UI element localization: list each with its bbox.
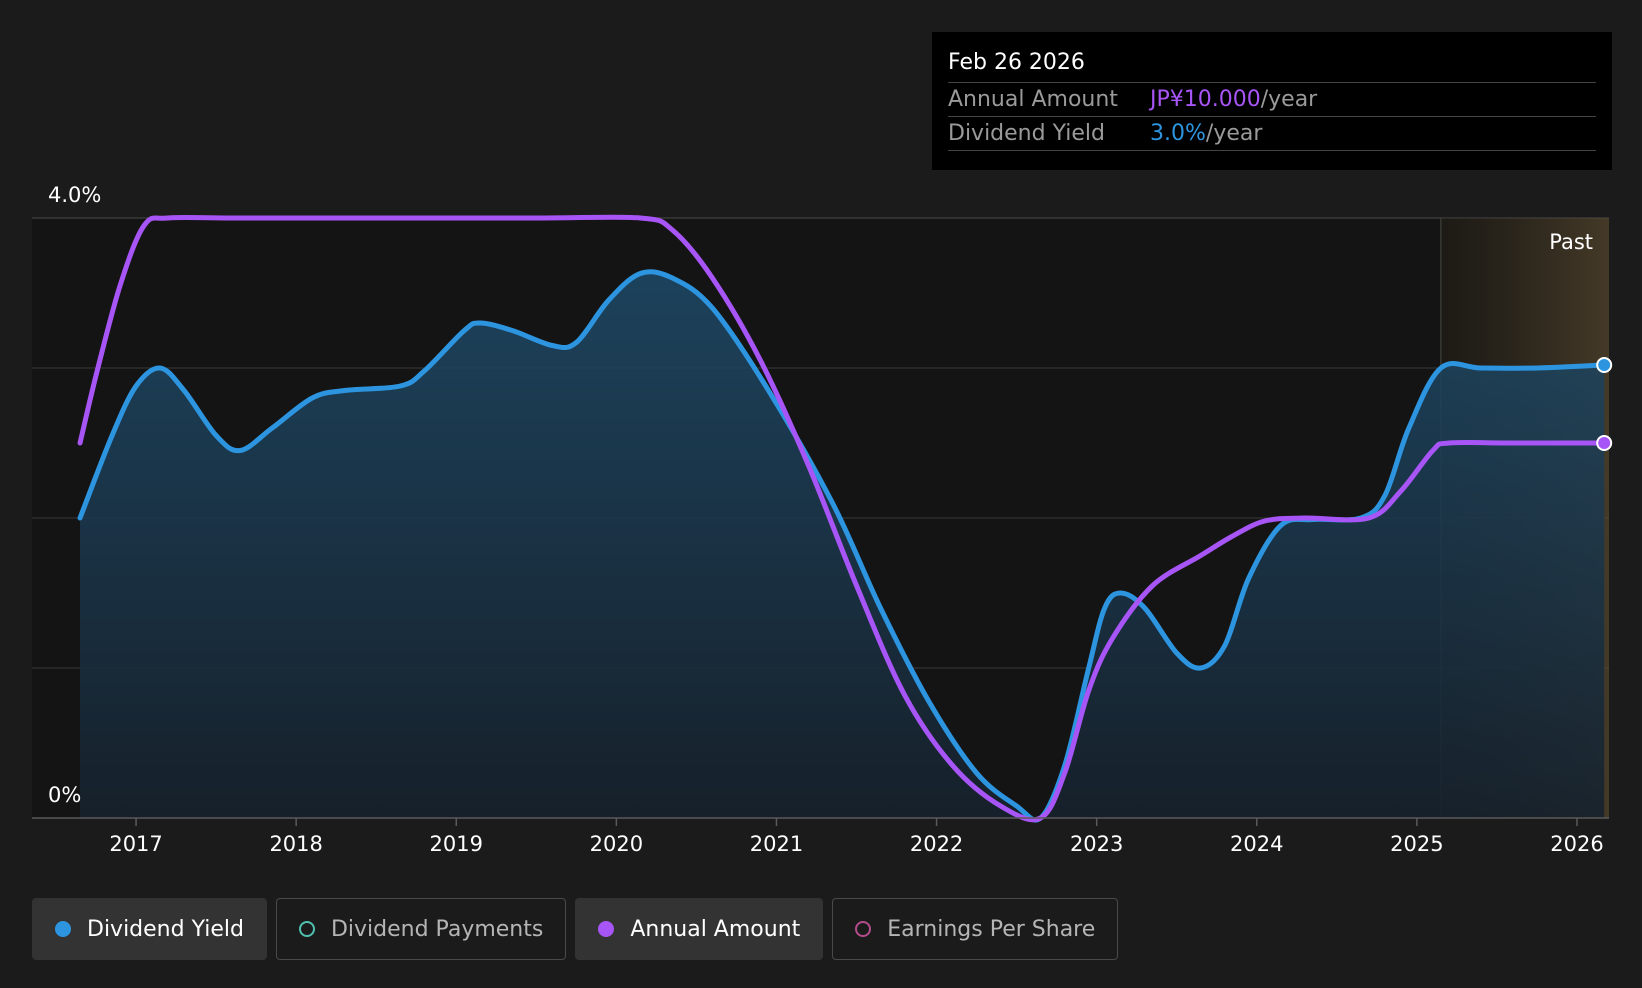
x-tick-label: 2025 xyxy=(1390,832,1443,856)
legend-ring-icon xyxy=(298,921,315,937)
legend-dot-icon xyxy=(55,921,71,937)
legend-earnings-per-share[interactable]: Earnings Per Share xyxy=(832,898,1119,960)
tooltip-label: Annual Amount xyxy=(948,87,1118,112)
x-tick-label: 2018 xyxy=(269,832,322,856)
x-tick-label: 2026 xyxy=(1550,832,1603,856)
past-label: Past xyxy=(1549,230,1593,254)
x-axis-ticks: 2017 2018 2019 2020 2021 2022 2023 2024 2025 2026 xyxy=(109,818,1604,856)
x-tick-label: 2019 xyxy=(430,832,483,856)
x-tick-label: 2021 xyxy=(750,832,803,856)
x-tick-label: 2024 xyxy=(1230,832,1283,856)
legend-label: Dividend Yield xyxy=(87,916,244,942)
legend-annual-amount[interactable]: Annual Amount xyxy=(575,898,824,960)
x-tick-label: 2020 xyxy=(590,832,643,856)
tooltip-row-annual-amount: Annual Amount JP¥10.000 /year xyxy=(948,83,1596,117)
tooltip-date: Feb 26 2026 xyxy=(948,32,1596,83)
tooltip-value: JP¥10.000 xyxy=(1150,87,1261,112)
tooltip-label: Dividend Yield xyxy=(948,121,1105,146)
legend-label: Dividend Payments xyxy=(330,916,544,942)
x-tick-label: 2017 xyxy=(109,832,162,856)
tooltip-row-dividend-yield: Dividend Yield 3.0% /year xyxy=(948,117,1596,151)
legend-dividend-payments[interactable]: Dividend Payments xyxy=(275,898,567,960)
legend-label: Annual Amount xyxy=(630,916,801,942)
y-tick-label: 4.0% xyxy=(48,183,101,207)
legend-label: Earnings Per Share xyxy=(887,916,1096,942)
legend-dividend-yield[interactable]: Dividend Yield xyxy=(32,898,267,960)
tooltip-suffix: /year xyxy=(1260,87,1318,112)
x-tick-label: 2023 xyxy=(1070,832,1123,856)
tooltip-value: 3.0% xyxy=(1150,121,1206,146)
tooltip-suffix: /year xyxy=(1205,121,1263,146)
legend-dot-icon xyxy=(598,921,615,937)
legend-ring-icon xyxy=(855,921,872,937)
chart-legend: Dividend Yield Dividend Payments Annual … xyxy=(32,898,1119,960)
dividend-yield-end-marker[interactable] xyxy=(1596,357,1613,373)
x-tick-label: 2022 xyxy=(910,832,963,856)
annual-amount-end-marker[interactable] xyxy=(1596,435,1613,451)
hover-tooltip: Feb 26 2026 Annual Amount JP¥10.000 /yea… xyxy=(932,32,1612,170)
y-tick-label: 0% xyxy=(48,783,81,807)
